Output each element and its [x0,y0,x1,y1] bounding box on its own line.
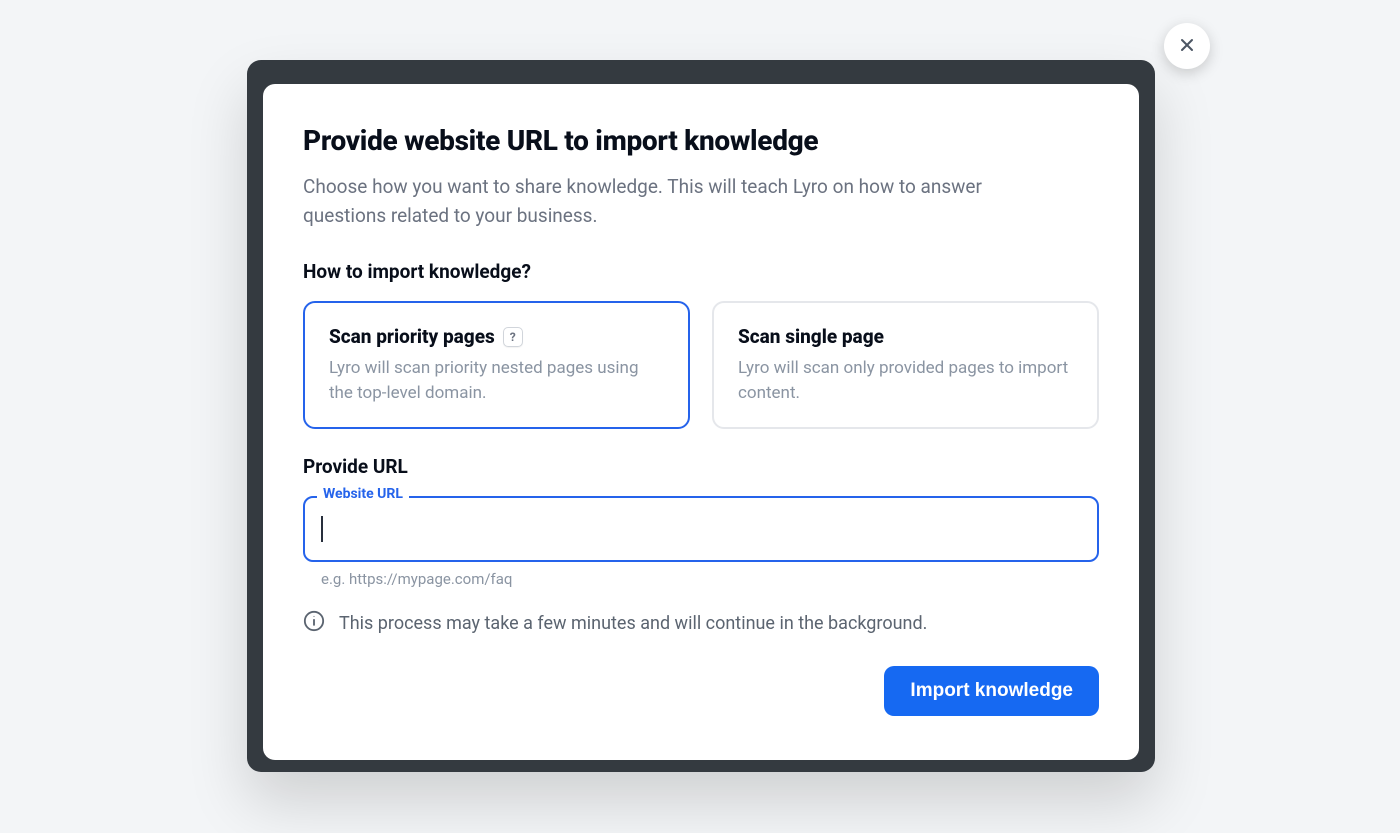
website-url-input[interactable] [303,496,1099,562]
provide-url-label: Provide URL [303,455,1099,478]
modal-title: Provide website URL to import knowledge [303,124,1099,157]
option-scan-single-page[interactable]: Scan single page Lyro will scan only pro… [712,301,1099,429]
url-field-legend: Website URL [317,486,409,502]
option-title: Scan single page [738,325,884,348]
modal-subtitle: Choose how you want to share knowledge. … [303,173,1033,230]
close-icon [1177,35,1197,58]
import-method-options: Scan priority pages ? Lyro will scan pri… [303,301,1099,429]
import-knowledge-button[interactable]: Import knowledge [884,666,1099,716]
option-description: Lyro will scan priority nested pages usi… [329,356,664,405]
modal-backdrop: Provide website URL to import knowledge … [247,60,1155,772]
info-row: This process may take a few minutes and … [303,610,1099,636]
how-to-import-label: How to import knowledge? [303,260,1099,283]
option-description: Lyro will scan only provided pages to im… [738,356,1073,405]
info-icon [303,610,325,636]
help-icon[interactable]: ? [503,327,523,347]
url-field-wrapper: Website URL [303,496,1099,562]
option-scan-priority-pages[interactable]: Scan priority pages ? Lyro will scan pri… [303,301,690,429]
close-button[interactable] [1164,23,1210,69]
url-hint: e.g. https://mypage.com/faq [321,570,1099,588]
option-title: Scan priority pages [329,325,495,348]
import-knowledge-modal: Provide website URL to import knowledge … [263,84,1139,760]
info-text: This process may take a few minutes and … [339,613,927,634]
